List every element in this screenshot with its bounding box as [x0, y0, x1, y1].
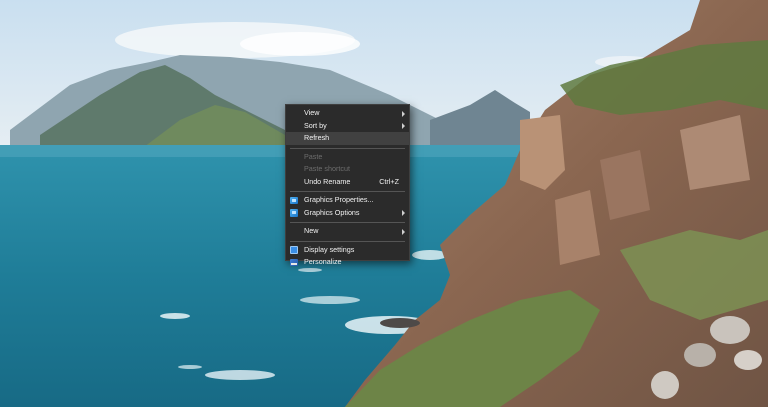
menu-item-label: Paste shortcut [304, 164, 350, 173]
submenu-arrow-icon [402, 228, 405, 235]
submenu-arrow-icon [402, 123, 405, 129]
menu-item-paste-shortcut[interactable]: Paste shortcut [286, 163, 409, 176]
menu-separator [290, 147, 405, 149]
menu-item-personalize[interactable]: Personalize [286, 256, 409, 269]
desktop-context-menu: View Sort by Refresh Paste Paste shortcu… [285, 104, 410, 266]
menu-item-label: Graphics Options [304, 207, 360, 217]
menu-item-label: Paste [304, 151, 323, 161]
menu-separator [290, 222, 405, 223]
menu-item-view[interactable]: View [286, 107, 409, 120]
menu-item-refresh[interactable]: Refresh [286, 132, 409, 145]
menu-separator [290, 240, 405, 242]
menu-item-graphics-options[interactable]: Graphics Options [286, 207, 409, 220]
menu-separator [290, 191, 405, 192]
menu-item-label: Display settings [304, 244, 355, 254]
menu-item-label: Personalize [304, 257, 342, 266]
graphics-icon [290, 196, 298, 204]
submenu-arrow-icon [402, 110, 405, 117]
menu-item-label: View [304, 108, 320, 117]
personalize-icon [290, 258, 298, 266]
menu-item-paste[interactable]: Paste [286, 151, 409, 164]
display-icon [290, 246, 298, 254]
menu-item-label: New [304, 226, 319, 235]
menu-item-display-settings[interactable]: Display settings [286, 244, 409, 257]
menu-item-label: Undo Rename [304, 176, 351, 186]
menu-item-label: Sort by [304, 120, 327, 130]
graphics-icon [290, 209, 298, 217]
menu-item-new[interactable]: New [286, 225, 409, 238]
menu-item-label: Refresh [304, 133, 330, 142]
menu-item-graphics-properties[interactable]: Graphics Properties... [286, 194, 409, 207]
menu-item-sort-by[interactable]: Sort by [286, 120, 409, 133]
menu-item-label: Graphics Properties... [304, 195, 374, 204]
menu-item-undo-rename[interactable]: Undo Rename Ctrl+Z [286, 176, 409, 189]
submenu-arrow-icon [402, 210, 405, 216]
keyboard-shortcut: Ctrl+Z [379, 176, 399, 186]
